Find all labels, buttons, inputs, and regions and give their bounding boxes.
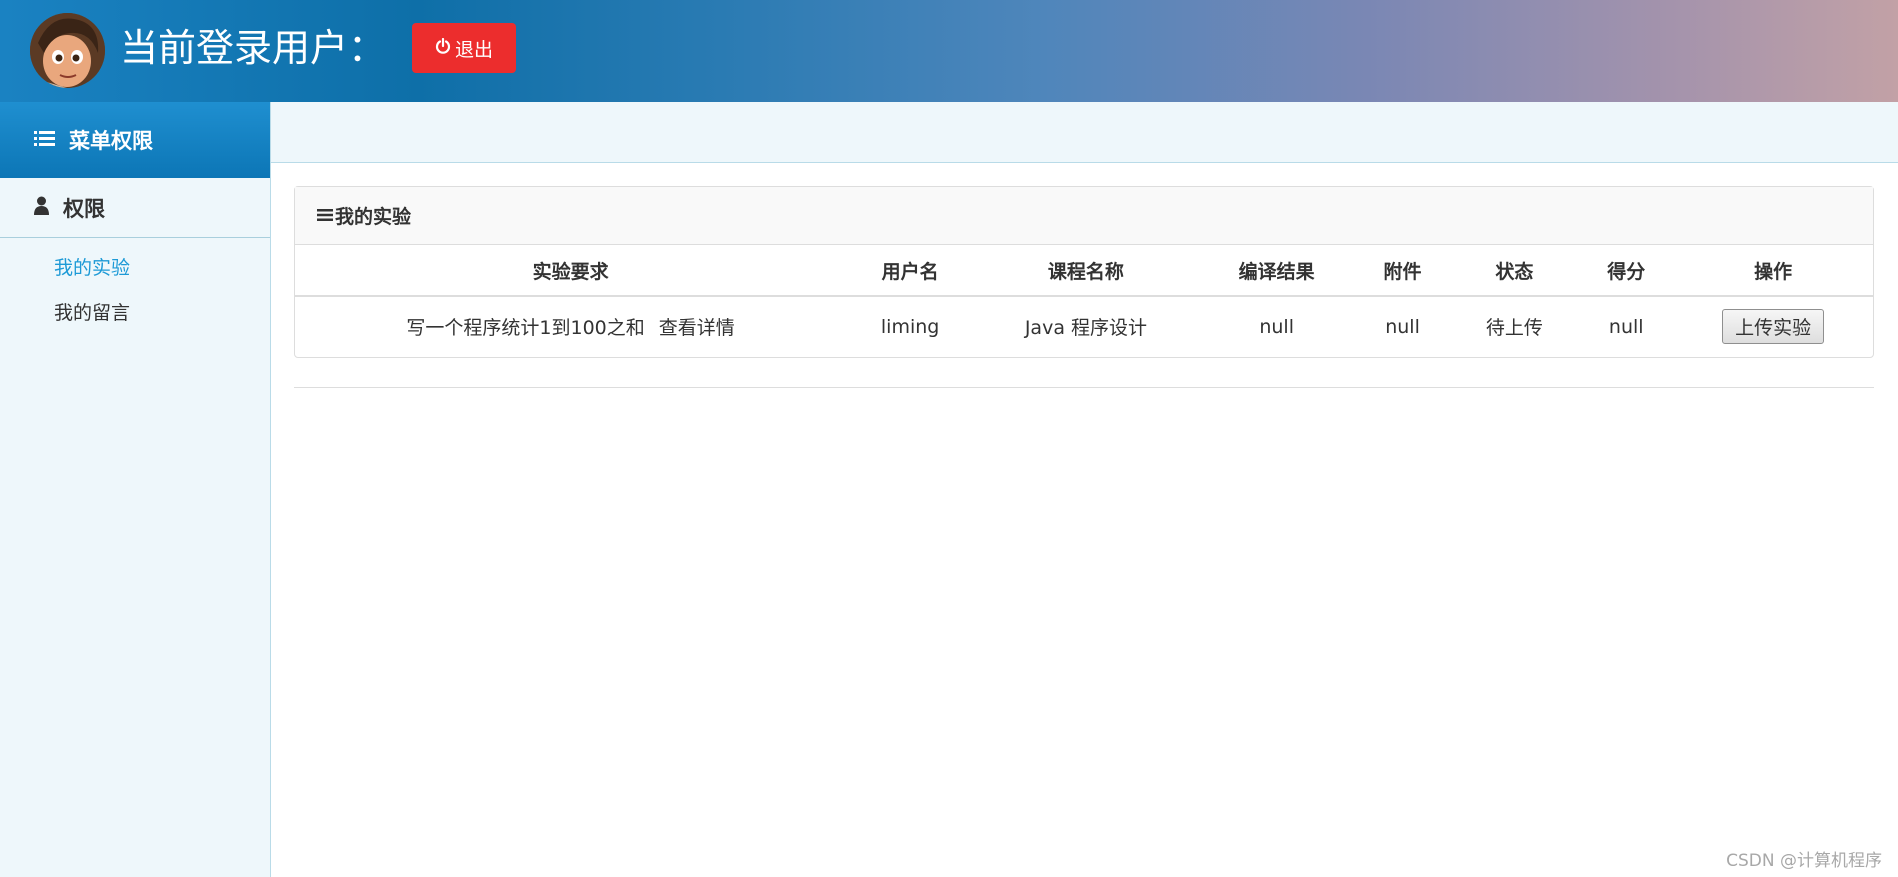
panel-header: 我的实验 — [295, 187, 1873, 245]
sidebar-item-my-messages[interactable]: 我的留言 — [54, 298, 130, 325]
col-requirement: 实验要求 — [295, 245, 847, 297]
cell-course: Java 程序设计 — [1024, 317, 1148, 339]
user-icon — [34, 196, 49, 220]
group-title: 权限 — [63, 196, 105, 221]
experiments-panel: 我的实验 实验要求 用户名 课程名称 编译结果 附件 状态 得分 操作 写一个程… — [294, 186, 1874, 358]
user-avatar — [30, 13, 105, 88]
watermark: CSDN @计算机程序 — [1726, 851, 1882, 871]
requirement-text: 写一个程序统计1到100之和 — [406, 317, 645, 339]
content-divider — [294, 387, 1874, 388]
cell-status: 待上传 — [1485, 317, 1543, 339]
permissions-group-header[interactable]: 权限 — [0, 178, 270, 238]
table-row: 写一个程序统计1到100之和 查看详情 liming Java 程序设计 null… — [295, 296, 1873, 356]
cell-attachment: null — [1385, 315, 1420, 338]
col-compile-result: 编译结果 — [1197, 245, 1356, 297]
experiments-table: 实验要求 用户名 课程名称 编译结果 附件 状态 得分 操作 写一个程序统计1到… — [295, 245, 1873, 356]
cell-action: 上传实验 — [1673, 296, 1873, 356]
logout-label: 退出 — [454, 38, 493, 61]
sidebar-item-my-experiments[interactable]: 我的实验 — [54, 253, 130, 280]
hamburger-icon — [317, 205, 333, 227]
logout-button[interactable]: 退出 — [412, 23, 516, 73]
col-username: 用户名 — [846, 245, 975, 297]
cell-requirement: 写一个程序统计1到100之和 查看详情 — [295, 296, 846, 356]
table-header-row: 实验要求 用户名 课程名称 编译结果 附件 状态 得分 操作 — [295, 245, 1873, 297]
cell-compile-result: null — [1259, 315, 1294, 338]
upload-experiment-button[interactable]: 上传实验 — [1722, 309, 1825, 344]
menu-permissions-header[interactable]: 菜单权限 — [0, 102, 270, 178]
panel-title: 我的实验 — [335, 206, 412, 228]
list-icon — [34, 128, 55, 152]
menu-title: 菜单权限 — [69, 129, 153, 153]
cell-score: null — [1608, 315, 1644, 338]
top-header: 当前登录用户： 退出 — [0, 0, 1898, 102]
sidebar: 菜单权限 权限 我的实验 我的留言 — [0, 102, 271, 877]
power-icon — [435, 37, 451, 59]
current-user-label: 当前登录用户： — [120, 26, 387, 70]
view-details-link[interactable]: 查看详情 — [659, 317, 735, 339]
col-attachment: 附件 — [1355, 245, 1450, 297]
col-action: 操作 — [1673, 245, 1873, 297]
col-course: 课程名称 — [974, 245, 1198, 297]
col-status: 状态 — [1449, 245, 1580, 297]
col-score: 得分 — [1579, 245, 1674, 297]
cell-username: liming — [880, 315, 940, 338]
content-topbar — [271, 102, 1898, 163]
